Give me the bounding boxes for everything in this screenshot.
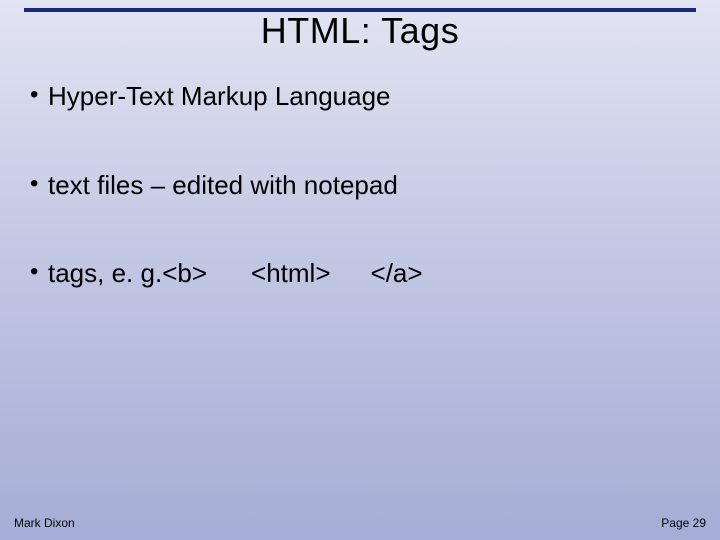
bullet-text: tags, e. g. <b> <html> </a> [48,257,423,290]
bullet-item: • text files – edited with notepad [30,169,690,202]
bullet-text: text files – edited with notepad [48,169,398,202]
slide: HTML: Tags • Hyper-Text Markup Language … [0,0,720,540]
tag-example: <html> [251,257,331,290]
footer-author: Mark Dixon [14,516,75,530]
bullet-dot-icon: • [30,80,48,110]
bullet-item: • Hyper-Text Markup Language [30,80,690,113]
bullet-item: • tags, e. g. <b> <html> </a> [30,257,690,290]
bullet-dot-icon: • [30,257,48,287]
bullet-dot-icon: • [30,169,48,199]
slide-body: • Hyper-Text Markup Language • text file… [30,80,690,346]
tag-example: </a> [371,257,423,290]
footer-page: Page 29 [661,516,706,530]
tag-example: <b> [162,257,207,290]
slide-title: HTML: Tags [0,10,720,52]
bullet-text: Hyper-Text Markup Language [48,80,391,113]
tags-lead: tags, e. g. [48,257,162,290]
